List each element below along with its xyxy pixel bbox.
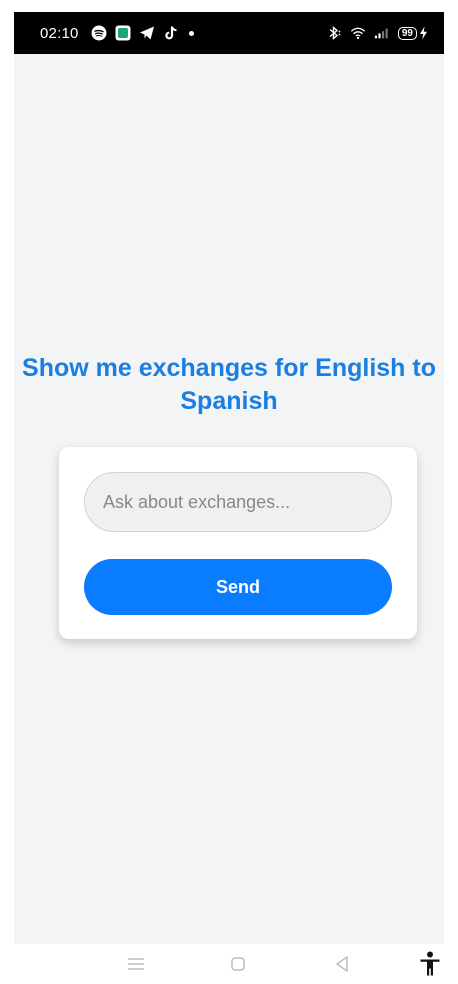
status-bar-right: 99 — [326, 25, 428, 41]
page-title: Show me exchanges for English to Spanish — [22, 354, 436, 415]
query-input[interactable] — [84, 472, 392, 532]
status-bar: 02:10 99 — [14, 12, 444, 54]
tiktok-icon — [163, 25, 179, 41]
back-icon[interactable] — [328, 950, 356, 978]
query-card: Send — [59, 447, 417, 639]
navigation-bar — [0, 944, 458, 984]
battery-level: 99 — [397, 26, 417, 40]
accessibility-icon[interactable] — [416, 950, 444, 978]
send-button[interactable]: Send — [84, 559, 392, 615]
charging-icon — [420, 26, 427, 40]
app-area: Show me exchanges for English to Spanish… — [14, 54, 444, 944]
notification-dot-icon — [188, 30, 194, 36]
status-time: 02:10 — [40, 24, 79, 42]
phone-screen: 02:10 99 Show me exchanges for English t… — [0, 0, 458, 984]
app-icon — [115, 25, 131, 41]
spotify-icon — [91, 25, 107, 41]
menu-icon[interactable] — [122, 950, 150, 978]
telegram-icon — [139, 25, 155, 41]
home-icon[interactable] — [224, 950, 252, 978]
wifi-icon — [350, 25, 366, 41]
battery-icon: 99 — [397, 26, 428, 40]
signal-icon — [374, 25, 390, 41]
status-bar-left: 02:10 — [40, 25, 194, 42]
bluetooth-icon — [326, 25, 342, 41]
